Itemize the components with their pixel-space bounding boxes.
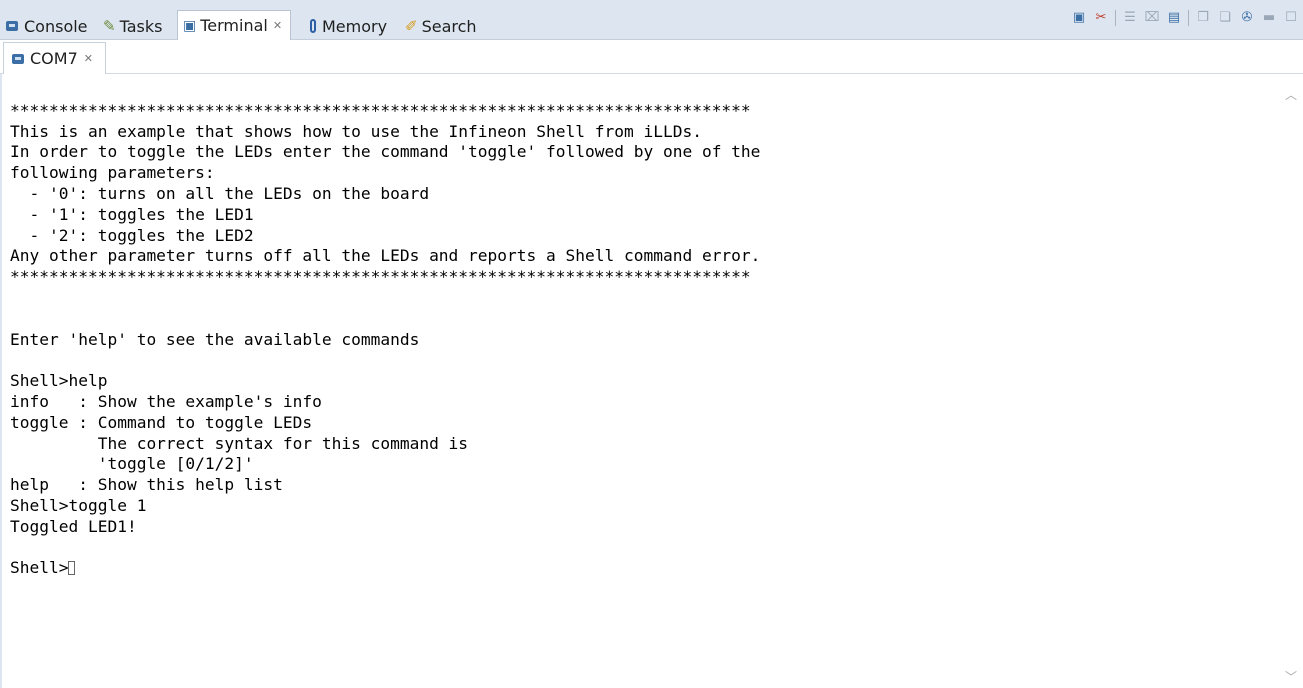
terminal-session-tabs: COM7 ✕ [0, 40, 1303, 74]
console-icon [12, 53, 24, 64]
tab-tasks-label: Tasks [119, 16, 163, 36]
view-toolbar: ▣ ✂ ☰ ⌧ ▤ ❐ ❏ ✇ ▬ ☐ [1071, 10, 1299, 26]
search-icon: ✐ [405, 17, 418, 35]
terminal-line: ****************************************… [10, 100, 751, 120]
scroll-up-arrow[interactable]: ︿ [1285, 86, 1297, 103]
tab-terminal[interactable]: ▣ Terminal ✕ [177, 10, 292, 40]
shell-prompt: Shell> [10, 558, 69, 578]
scroll-down-arrow[interactable]: ﹀ [1285, 668, 1297, 685]
settings-icon[interactable]: ☰ [1122, 10, 1138, 26]
terminal-line: help : Show this help list [10, 475, 283, 495]
tab-console-label: Console [24, 16, 88, 36]
tab-memory[interactable]: Memory [310, 12, 387, 40]
terminal-output[interactable]: ****************************************… [10, 80, 1280, 680]
terminal-prompt-line[interactable]: Shell> [10, 558, 1280, 579]
close-icon[interactable]: ✕ [273, 19, 282, 32]
tab-search[interactable]: ✐ Search [405, 12, 477, 40]
terminal-line: Toggled LED1! [10, 516, 137, 536]
tab-memory-label: Memory [322, 16, 388, 36]
tab-tasks[interactable]: ✎ Tasks [103, 12, 162, 40]
view-tab-bar: Console ✎ Tasks ▣ Terminal ✕ Memory ✐ Se… [0, 0, 1303, 40]
terminal-line: This is an example that shows how to use… [10, 121, 702, 141]
terminal-line: Shell>toggle 1 [10, 495, 147, 515]
console-icon [6, 21, 18, 31]
text-cursor [68, 561, 76, 576]
toolbar-separator [1188, 10, 1189, 26]
terminal-line: following parameters: [10, 163, 215, 183]
tab-com7[interactable]: COM7 ✕ [3, 42, 106, 74]
terminal-line: - '1': toggles the LED1 [10, 204, 254, 224]
tab-search-label: Search [421, 16, 477, 36]
new-terminal-icon[interactable]: ▣ [1071, 10, 1087, 26]
maximize-icon[interactable]: ☐ [1283, 10, 1299, 26]
tab-com7-label: COM7 [30, 49, 78, 68]
disconnect-icon[interactable]: ✂ [1093, 10, 1109, 26]
tab-console[interactable]: Console [6, 12, 88, 40]
tasks-icon: ✎ [103, 17, 116, 35]
copy-icon[interactable]: ❐ [1195, 10, 1211, 26]
terminal-line: ****************************************… [10, 267, 751, 287]
terminal-line: toggle : Command to toggle LEDs [10, 412, 313, 432]
terminal-line: 'toggle [0/1/2]' [10, 454, 254, 474]
scroll-lock-icon[interactable]: ▤ [1166, 10, 1182, 26]
toolbar-separator [1115, 10, 1116, 26]
terminal-line: In order to toggle the LEDs enter the co… [10, 142, 761, 162]
terminal-line: Any other parameter turns off all the LE… [10, 246, 761, 266]
terminal-line: - '0': turns on all the LEDs on the boar… [10, 183, 430, 203]
pin-icon[interactable]: ✇ [1239, 10, 1255, 26]
clear-icon[interactable]: ⌧ [1144, 10, 1160, 26]
terminal-line: Shell>help [10, 371, 108, 391]
tab-terminal-label: Terminal [200, 16, 268, 35]
paste-icon[interactable]: ❏ [1217, 10, 1233, 26]
close-icon[interactable]: ✕ [84, 52, 93, 65]
terminal-line: - '2': toggles the LED2 [10, 225, 254, 245]
terminal-line: info : Show the example's info [10, 391, 322, 411]
terminal-icon: ▣ [183, 17, 197, 34]
view-border [0, 74, 2, 688]
terminal-line: The correct syntax for this command is [10, 433, 469, 453]
minimize-icon[interactable]: ▬ [1261, 10, 1277, 26]
memory-icon [310, 19, 316, 33]
terminal-line: Enter 'help' to see the available comman… [10, 329, 420, 349]
